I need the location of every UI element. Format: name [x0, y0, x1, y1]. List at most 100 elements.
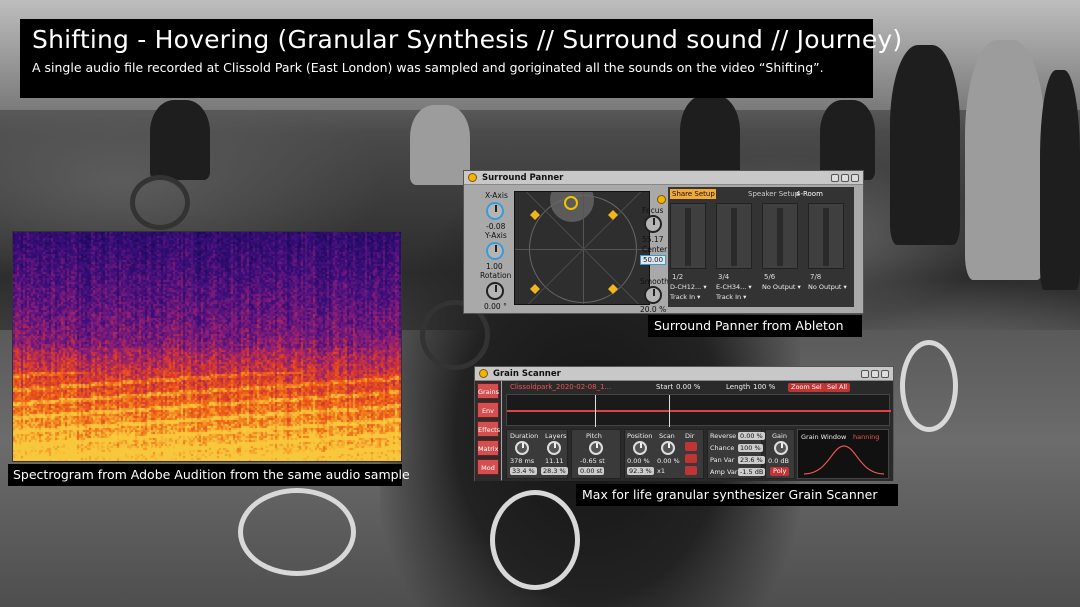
- bike-wheel: [490, 490, 580, 590]
- position-knob[interactable]: [633, 441, 647, 455]
- center-value[interactable]: 50.00: [640, 255, 667, 265]
- channel-label: 7/8: [810, 273, 822, 281]
- duration-mod-amount[interactable]: 33.4 %: [510, 467, 537, 475]
- person: [150, 100, 210, 180]
- channel-track-select[interactable]: Track In ▾: [716, 293, 746, 301]
- channel-output-select[interactable]: E-CH34... ▾: [716, 283, 752, 291]
- source-position-handle[interactable]: [564, 196, 578, 210]
- y-axis-knob[interactable]: [486, 242, 504, 260]
- channel-output-select[interactable]: D-CH12... ▾: [670, 283, 707, 291]
- x-axis-value[interactable]: -0.08: [486, 222, 505, 231]
- panner-xy-pad[interactable]: [514, 191, 650, 305]
- layers-knob[interactable]: [547, 441, 561, 455]
- sample-file-name[interactable]: Clissoldpark_2020-02-08_1...: [510, 383, 611, 391]
- hanning-curve: [803, 445, 885, 475]
- duration-label: Duration: [510, 432, 539, 440]
- selection-marker[interactable]: [669, 395, 670, 427]
- bike-wheel: [900, 340, 958, 432]
- channel-fader[interactable]: [731, 208, 737, 266]
- tab-mod[interactable]: Mod: [477, 459, 499, 475]
- duration-value[interactable]: 378 ms: [510, 457, 534, 465]
- share-setup-tab[interactable]: Share Setup: [670, 189, 716, 199]
- fold-icon[interactable]: [851, 173, 859, 182]
- grain-window-display[interactable]: Grain Window hanning: [797, 429, 889, 479]
- waveform: [507, 410, 891, 412]
- tab-effects[interactable]: Effects: [477, 421, 500, 437]
- amp-var-label: Amp Var: [710, 468, 738, 476]
- device-header: Grain Scanner: [475, 367, 893, 381]
- start-label: Start: [656, 383, 674, 391]
- x-axis-knob[interactable]: [486, 202, 504, 220]
- channel-slot: [716, 203, 752, 269]
- dir-forward-button[interactable]: [685, 442, 697, 451]
- gain-knob[interactable]: [774, 441, 788, 455]
- sel-all-button[interactable]: Sel All: [824, 383, 851, 392]
- reverse-value[interactable]: 0.00 %: [738, 432, 765, 440]
- pitch-mod-amount[interactable]: 0.00 st: [578, 467, 605, 475]
- length-value[interactable]: 100 %: [753, 383, 775, 391]
- power-icon[interactable]: [479, 369, 488, 378]
- device-title: Surround Panner: [482, 172, 564, 183]
- length-label: Length: [726, 383, 751, 391]
- dir-backward-button[interactable]: [685, 454, 697, 463]
- channel-fader[interactable]: [823, 208, 829, 266]
- spectrogram-caption: Spectrogram from Adobe Audition from the…: [8, 464, 410, 486]
- play-icon[interactable]: [657, 195, 666, 204]
- chance-value[interactable]: 100 %: [738, 444, 763, 452]
- spectrogram-texture: [13, 232, 401, 461]
- power-icon[interactable]: [468, 173, 477, 182]
- amp-var-value[interactable]: -1.5 dB: [738, 468, 766, 476]
- pan-var-value[interactable]: 23.6 %: [738, 456, 765, 464]
- y-axis-value[interactable]: 1.00: [486, 262, 503, 271]
- channel-fader[interactable]: [777, 208, 783, 266]
- video-title: Shifting - Hovering (Granular Synthesis …: [32, 25, 903, 54]
- position-mod-amount[interactable]: 92.3 %: [627, 467, 654, 475]
- pitch-value[interactable]: -0.65 st: [580, 457, 605, 465]
- scan-rate[interactable]: x1: [657, 467, 665, 475]
- layers-value[interactable]: 11.11: [545, 457, 564, 465]
- save-icon[interactable]: [831, 173, 839, 182]
- pitch-section: Pitch -0.65 st 0.00 st: [571, 429, 621, 479]
- dir-random-button[interactable]: [685, 466, 697, 475]
- rotation-knob[interactable]: [486, 282, 504, 300]
- tab-matrix[interactable]: Matrix: [477, 440, 499, 456]
- rotation-label: Rotation: [480, 271, 512, 280]
- position-value[interactable]: 0.00 %: [627, 457, 650, 465]
- gain-value[interactable]: 0.0 dB: [768, 457, 789, 465]
- scan-value[interactable]: 0.00 %: [657, 457, 680, 465]
- channel-fader[interactable]: [685, 208, 691, 266]
- duration-knob[interactable]: [515, 441, 529, 455]
- waveform-display[interactable]: [506, 394, 891, 427]
- channel-output-select[interactable]: No Output ▾: [762, 283, 801, 291]
- focus-knob[interactable]: [644, 215, 662, 233]
- poly-button[interactable]: Poly: [770, 467, 790, 476]
- zoom-sel-button[interactable]: Zoom Sel: [788, 383, 825, 392]
- channel-output-select[interactable]: No Output ▾: [808, 283, 847, 291]
- room-select[interactable]: 4-Room: [796, 189, 823, 199]
- grain-scanner-device: Grain Scanner Grains Env Effects Matrix …: [474, 366, 894, 481]
- tab-env[interactable]: Env: [477, 402, 499, 418]
- reverse-label: Reverse: [710, 432, 737, 440]
- position-scan-section: Position Scan Dir 0.00 % 0.00 % 92.3 % x…: [624, 429, 704, 479]
- pitch-knob[interactable]: [589, 441, 603, 455]
- fold-icon[interactable]: [881, 369, 889, 378]
- expand-icon[interactable]: [871, 369, 879, 378]
- device-title: Grain Scanner: [493, 368, 561, 379]
- layers-mod-amount[interactable]: 28.3 %: [541, 467, 568, 475]
- channel-track-select[interactable]: Track In ▾: [670, 293, 700, 301]
- dir-label: Dir: [685, 432, 695, 440]
- video-subtitle: A single audio file recorded at Clissold…: [32, 60, 824, 75]
- rotation-value[interactable]: 0.00 °: [484, 302, 507, 311]
- selection-marker[interactable]: [595, 395, 596, 427]
- smooth-knob[interactable]: [644, 286, 662, 304]
- save-icon[interactable]: [861, 369, 869, 378]
- file-bar: Clissoldpark_2020-02-08_1... Start 0.00 …: [506, 383, 890, 393]
- channel-slot: [762, 203, 798, 269]
- person: [890, 45, 960, 245]
- smooth-value[interactable]: 20.0 %: [640, 305, 666, 314]
- expand-icon[interactable]: [841, 173, 849, 182]
- tab-grains[interactable]: Grains: [477, 383, 499, 399]
- focus-value[interactable]: 55.17: [642, 235, 663, 244]
- start-value[interactable]: 0.00 %: [676, 383, 700, 391]
- scan-knob[interactable]: [661, 441, 675, 455]
